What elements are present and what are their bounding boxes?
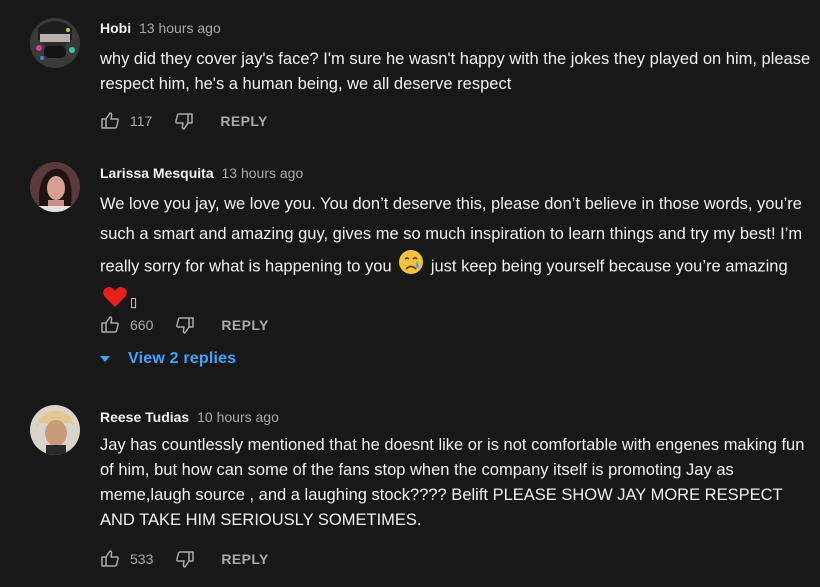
thumbs-up-icon[interactable] xyxy=(100,111,120,131)
comment-header: Larissa Mesquita 13 hours ago xyxy=(100,164,303,182)
avatar[interactable] xyxy=(30,18,80,68)
like-count: 117 xyxy=(130,113,153,129)
reply-button[interactable]: REPLY xyxy=(220,113,267,129)
author-name[interactable]: Reese Tudias xyxy=(100,409,189,425)
comment-actions: 117 REPLY xyxy=(100,109,268,133)
like-count: 660 xyxy=(130,317,154,333)
thumbs-up-icon[interactable] xyxy=(100,315,120,335)
thumbs-up-icon[interactable] xyxy=(100,549,120,569)
thumbs-down-icon[interactable] xyxy=(174,111,194,131)
author-name[interactable]: Larissa Mesquita xyxy=(100,165,214,181)
caret-down-icon xyxy=(100,356,110,362)
like-count: 533 xyxy=(130,551,154,567)
avatar[interactable] xyxy=(30,162,80,212)
comment-text-part: just keep being yourself because you’re … xyxy=(430,257,788,276)
view-replies-label: View 2 replies xyxy=(128,350,237,367)
comment-timestamp[interactable]: 10 hours ago xyxy=(197,409,279,425)
avatar[interactable] xyxy=(30,405,80,455)
comment-header: Reese Tudias 10 hours ago xyxy=(100,408,279,426)
crying-face-emoji xyxy=(398,249,424,285)
comment-text: why did they cover jay's face? I'm sure … xyxy=(100,50,811,93)
comment-header: Hobi 13 hours ago xyxy=(100,19,221,37)
thumbs-down-icon[interactable] xyxy=(175,549,195,569)
comment-actions: 533 REPLY xyxy=(100,547,269,571)
reply-button[interactable]: REPLY xyxy=(221,551,268,567)
author-name[interactable]: Hobi xyxy=(100,20,131,36)
comment-text: We love you jay, we love you. You don’t … xyxy=(100,189,812,319)
comment-timestamp[interactable]: 13 hours ago xyxy=(222,165,304,181)
thumbs-down-icon[interactable] xyxy=(175,315,195,335)
text-tail-glyph: ▯ xyxy=(130,294,138,310)
comment-text: Jay has countlessly mentioned that he do… xyxy=(100,436,805,529)
reply-button[interactable]: REPLY xyxy=(221,317,268,333)
view-replies-button[interactable]: View 2 replies xyxy=(100,350,236,368)
comment-actions: 660 REPLY xyxy=(100,313,269,337)
comment-timestamp[interactable]: 13 hours ago xyxy=(139,20,221,36)
